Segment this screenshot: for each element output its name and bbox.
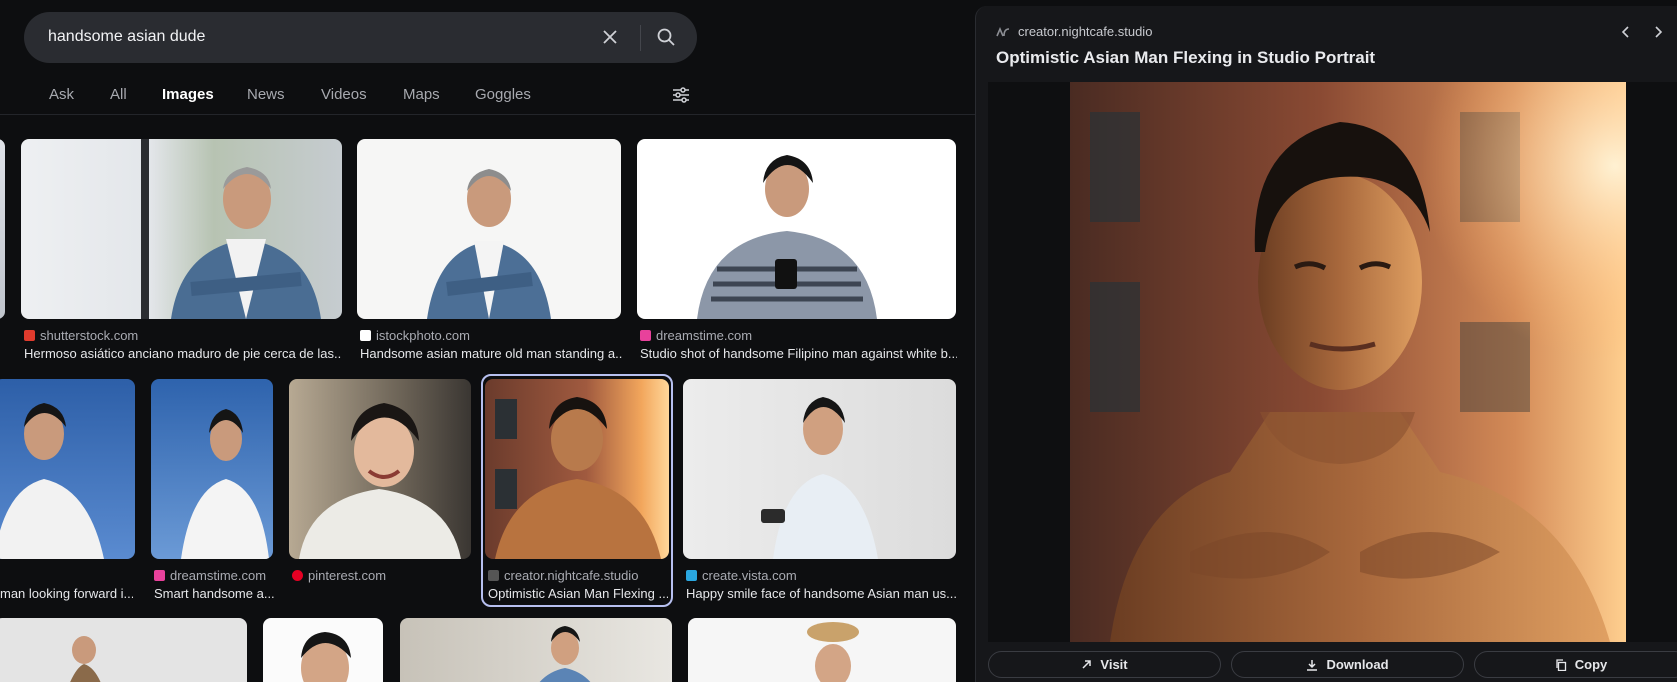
preview-actions: Visit Download Copy <box>988 651 1677 679</box>
nightcafe-favicon-icon <box>488 570 499 581</box>
result-source[interactable]: dreamstime.com <box>154 568 266 583</box>
tab-maps[interactable]: Maps <box>403 86 440 103</box>
result-caption[interactable]: Smart handsome a... <box>154 586 274 601</box>
visit-button[interactable]: Visit <box>988 651 1221 678</box>
close-icon[interactable] <box>601 28 619 46</box>
result-image[interactable] <box>637 139 956 319</box>
result-image[interactable] <box>400 618 672 682</box>
result-source[interactable]: istockphoto.com <box>360 328 470 343</box>
result-source[interactable]: pinterest.com <box>292 568 386 583</box>
shutterstock-favicon-icon <box>24 330 35 341</box>
result-image[interactable] <box>0 139 5 319</box>
search-divider <box>640 25 641 51</box>
result-source[interactable]: create.vista.com <box>686 568 797 583</box>
copy-button[interactable]: Copy <box>1474 651 1677 678</box>
result-caption[interactable]: man looking forward i... <box>0 586 133 601</box>
tab-images[interactable]: Images <box>162 86 214 103</box>
result-source[interactable]: dreamstime.com <box>640 328 752 343</box>
tab-ask[interactable]: Ask <box>49 86 74 103</box>
result-image[interactable] <box>263 618 383 682</box>
search-icon[interactable] <box>656 27 676 47</box>
preview-image[interactable] <box>1070 82 1626 642</box>
tab-news[interactable]: News <box>247 86 285 103</box>
copy-icon <box>1556 658 1566 671</box>
result-caption[interactable]: Optimistic Asian Man Flexing ... <box>488 586 668 601</box>
result-image[interactable] <box>289 379 471 559</box>
external-link-icon <box>1082 660 1092 669</box>
result-image[interactable] <box>0 379 135 559</box>
preview-image-frame <box>988 82 1677 642</box>
result-caption[interactable]: Handsome asian mature old man standing a… <box>360 346 622 361</box>
result-image[interactable] <box>688 618 956 682</box>
search-input[interactable]: handsome asian dude <box>48 28 205 46</box>
dreamstime-favicon-icon <box>154 570 165 581</box>
vista-favicon-icon <box>686 570 697 581</box>
result-source[interactable]: shutterstock.com <box>24 328 138 343</box>
tab-videos[interactable]: Videos <box>321 86 367 103</box>
nightcafe-favicon-icon <box>996 26 1010 36</box>
preview-source[interactable]: creator.nightcafe.studio <box>996 24 1152 39</box>
tab-all[interactable]: All <box>110 86 127 103</box>
result-caption[interactable]: Studio shot of handsome Filipino man aga… <box>640 346 957 361</box>
pinterest-favicon-icon <box>292 570 303 581</box>
result-image[interactable] <box>0 618 247 682</box>
results-pane: handsome asian dude Ask All Images News … <box>0 0 975 682</box>
result-caption[interactable]: Happy smile face of handsome Asian man u… <box>686 586 956 601</box>
result-image[interactable] <box>21 139 342 319</box>
preview-title: Optimistic Asian Man Flexing in Studio P… <box>996 48 1376 67</box>
result-source[interactable]: creator.nightcafe.studio <box>488 568 638 583</box>
result-image[interactable] <box>357 139 621 319</box>
tabs-divider <box>0 114 975 115</box>
dreamstime-favicon-icon <box>640 330 651 341</box>
search-tabs: Ask All Images News Videos Maps Goggles <box>0 82 975 112</box>
result-image[interactable] <box>151 379 273 559</box>
result-image[interactable] <box>683 379 956 559</box>
result-caption[interactable]: Hermoso asiático anciano maduro de pie c… <box>24 346 342 361</box>
tab-goggles[interactable]: Goggles <box>475 86 531 103</box>
preview-panel: creator.nightcafe.studio Optimistic Asia… <box>975 6 1677 682</box>
istock-favicon-icon <box>360 330 371 341</box>
chevron-right-icon[interactable] <box>1650 24 1666 40</box>
chevron-left-icon[interactable] <box>1618 24 1634 40</box>
search-bar[interactable]: handsome asian dude <box>24 12 697 63</box>
filters-icon[interactable] <box>672 86 690 104</box>
download-icon <box>1307 659 1318 671</box>
download-button[interactable]: Download <box>1231 651 1464 678</box>
